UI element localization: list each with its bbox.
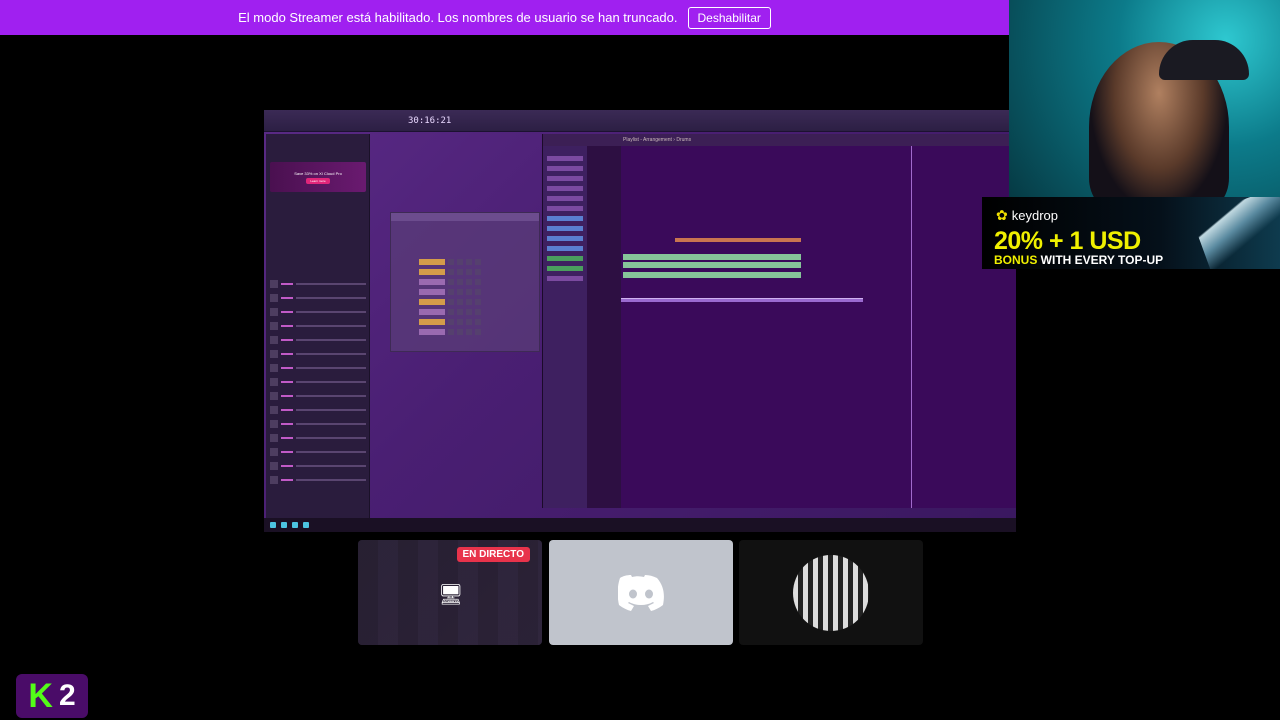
track-label (547, 266, 583, 271)
channel-row (419, 309, 535, 315)
fl-browser-panel: Save 33% on XI Cloud Pro Learn more (266, 134, 370, 526)
browser-item (270, 406, 366, 414)
promo-bonus-word: BONUS (994, 253, 1038, 267)
rifle-graphic (1191, 197, 1280, 269)
keydrop-logo: ✿ keydrop (996, 207, 1058, 224)
promo-bonus-rest: WITH EVERY TOP-UP (1037, 253, 1164, 267)
logo-number: 2 (58, 679, 76, 712)
browser-item (270, 476, 366, 484)
discord-participant-tile[interactable] (549, 540, 733, 645)
fl-studio-toolbar: 30:16:21 (264, 110, 1016, 132)
live-badge: EN DIRECTO (456, 547, 530, 562)
track-label (547, 156, 583, 161)
channel-row (419, 289, 535, 295)
track-label (547, 216, 583, 221)
channel-row (419, 299, 535, 305)
track-label (547, 226, 583, 231)
track-label (547, 246, 583, 251)
channel-rack-header (391, 213, 539, 221)
channel-logo: K 2 (16, 674, 88, 718)
track-label (547, 276, 583, 281)
promo-subline: BONUS WITH EVERY TOP-UP (994, 253, 1163, 267)
browser-item (270, 434, 366, 442)
user-participant-tile[interactable] (739, 540, 923, 645)
channel-rack (390, 212, 540, 352)
browser-item (270, 448, 366, 456)
keydrop-logo-text: keydrop (1011, 208, 1058, 223)
streamer-mode-banner: El modo Streamer está habilitado. Los no… (0, 0, 1009, 35)
track-label (547, 176, 583, 181)
pattern-clip (675, 238, 801, 242)
browser-item (270, 322, 366, 330)
windows-taskbar (264, 518, 1016, 532)
keydrop-ad[interactable]: ✿ keydrop 20% + 1 USD BONUS WITH EVERY T… (982, 197, 1280, 269)
channel-row (419, 269, 535, 275)
screen-share-view[interactable]: 30:16:21 Save 33% on XI Cloud Pro Learn … (264, 110, 1016, 532)
browser-item (270, 462, 366, 470)
track-label (547, 166, 583, 171)
track-label (547, 236, 583, 241)
browser-item (270, 392, 366, 400)
browser-item (270, 336, 366, 344)
browser-ad: Save 33% on XI Cloud Pro Learn more (270, 162, 366, 192)
track-label (547, 196, 583, 201)
disable-streamer-mode-button[interactable]: Deshabilitar (687, 6, 771, 29)
channel-row (419, 259, 535, 265)
audio-clip (623, 272, 801, 278)
playhead (911, 146, 912, 508)
playlist-grid[interactable] (621, 146, 1016, 508)
audio-clip (623, 254, 801, 260)
track-list (543, 146, 587, 508)
screen-share-icon: 🖥 (438, 584, 464, 606)
track-label (547, 256, 583, 261)
channel-row (419, 319, 535, 325)
user-avatar (793, 554, 869, 631)
track-label (547, 186, 583, 191)
streamer-cap (1159, 40, 1249, 80)
keydrop-icon: ✿ (996, 207, 1008, 223)
track-label (547, 206, 583, 211)
stream-preview-tile[interactable]: EN DIRECTO 🖥 (358, 540, 542, 645)
channel-row (419, 329, 535, 335)
discord-icon (618, 574, 664, 611)
browser-item (270, 280, 366, 288)
browser-ad-button: Learn more (306, 177, 330, 184)
browser-item (270, 350, 366, 358)
playlist-window: Playlist - Arrangement › Drums (542, 134, 1016, 508)
browser-item (270, 294, 366, 302)
channel-row (419, 279, 535, 285)
browser-item (270, 308, 366, 316)
audio-clip (623, 262, 801, 268)
fl-time-display: 30:16:21 (408, 115, 452, 126)
browser-item (270, 364, 366, 372)
taskbar-app-icon (292, 522, 298, 528)
webcam-feed (1009, 0, 1280, 197)
start-icon (270, 522, 276, 528)
selected-audio-clip (621, 298, 863, 302)
playlist-title: Playlist - Arrangement › Drums (543, 134, 1016, 146)
kick-logo-letter: K (28, 676, 53, 715)
taskbar-app-icon (281, 522, 287, 528)
browser-item (270, 420, 366, 428)
browser-ad-title: Save 33% on XI Cloud Pro (294, 170, 342, 176)
browser-item (270, 378, 366, 386)
banner-message: El modo Streamer está habilitado. Los no… (238, 10, 678, 25)
promo-headline: 20% + 1 USD (994, 227, 1141, 255)
taskbar-app-icon (303, 522, 309, 528)
